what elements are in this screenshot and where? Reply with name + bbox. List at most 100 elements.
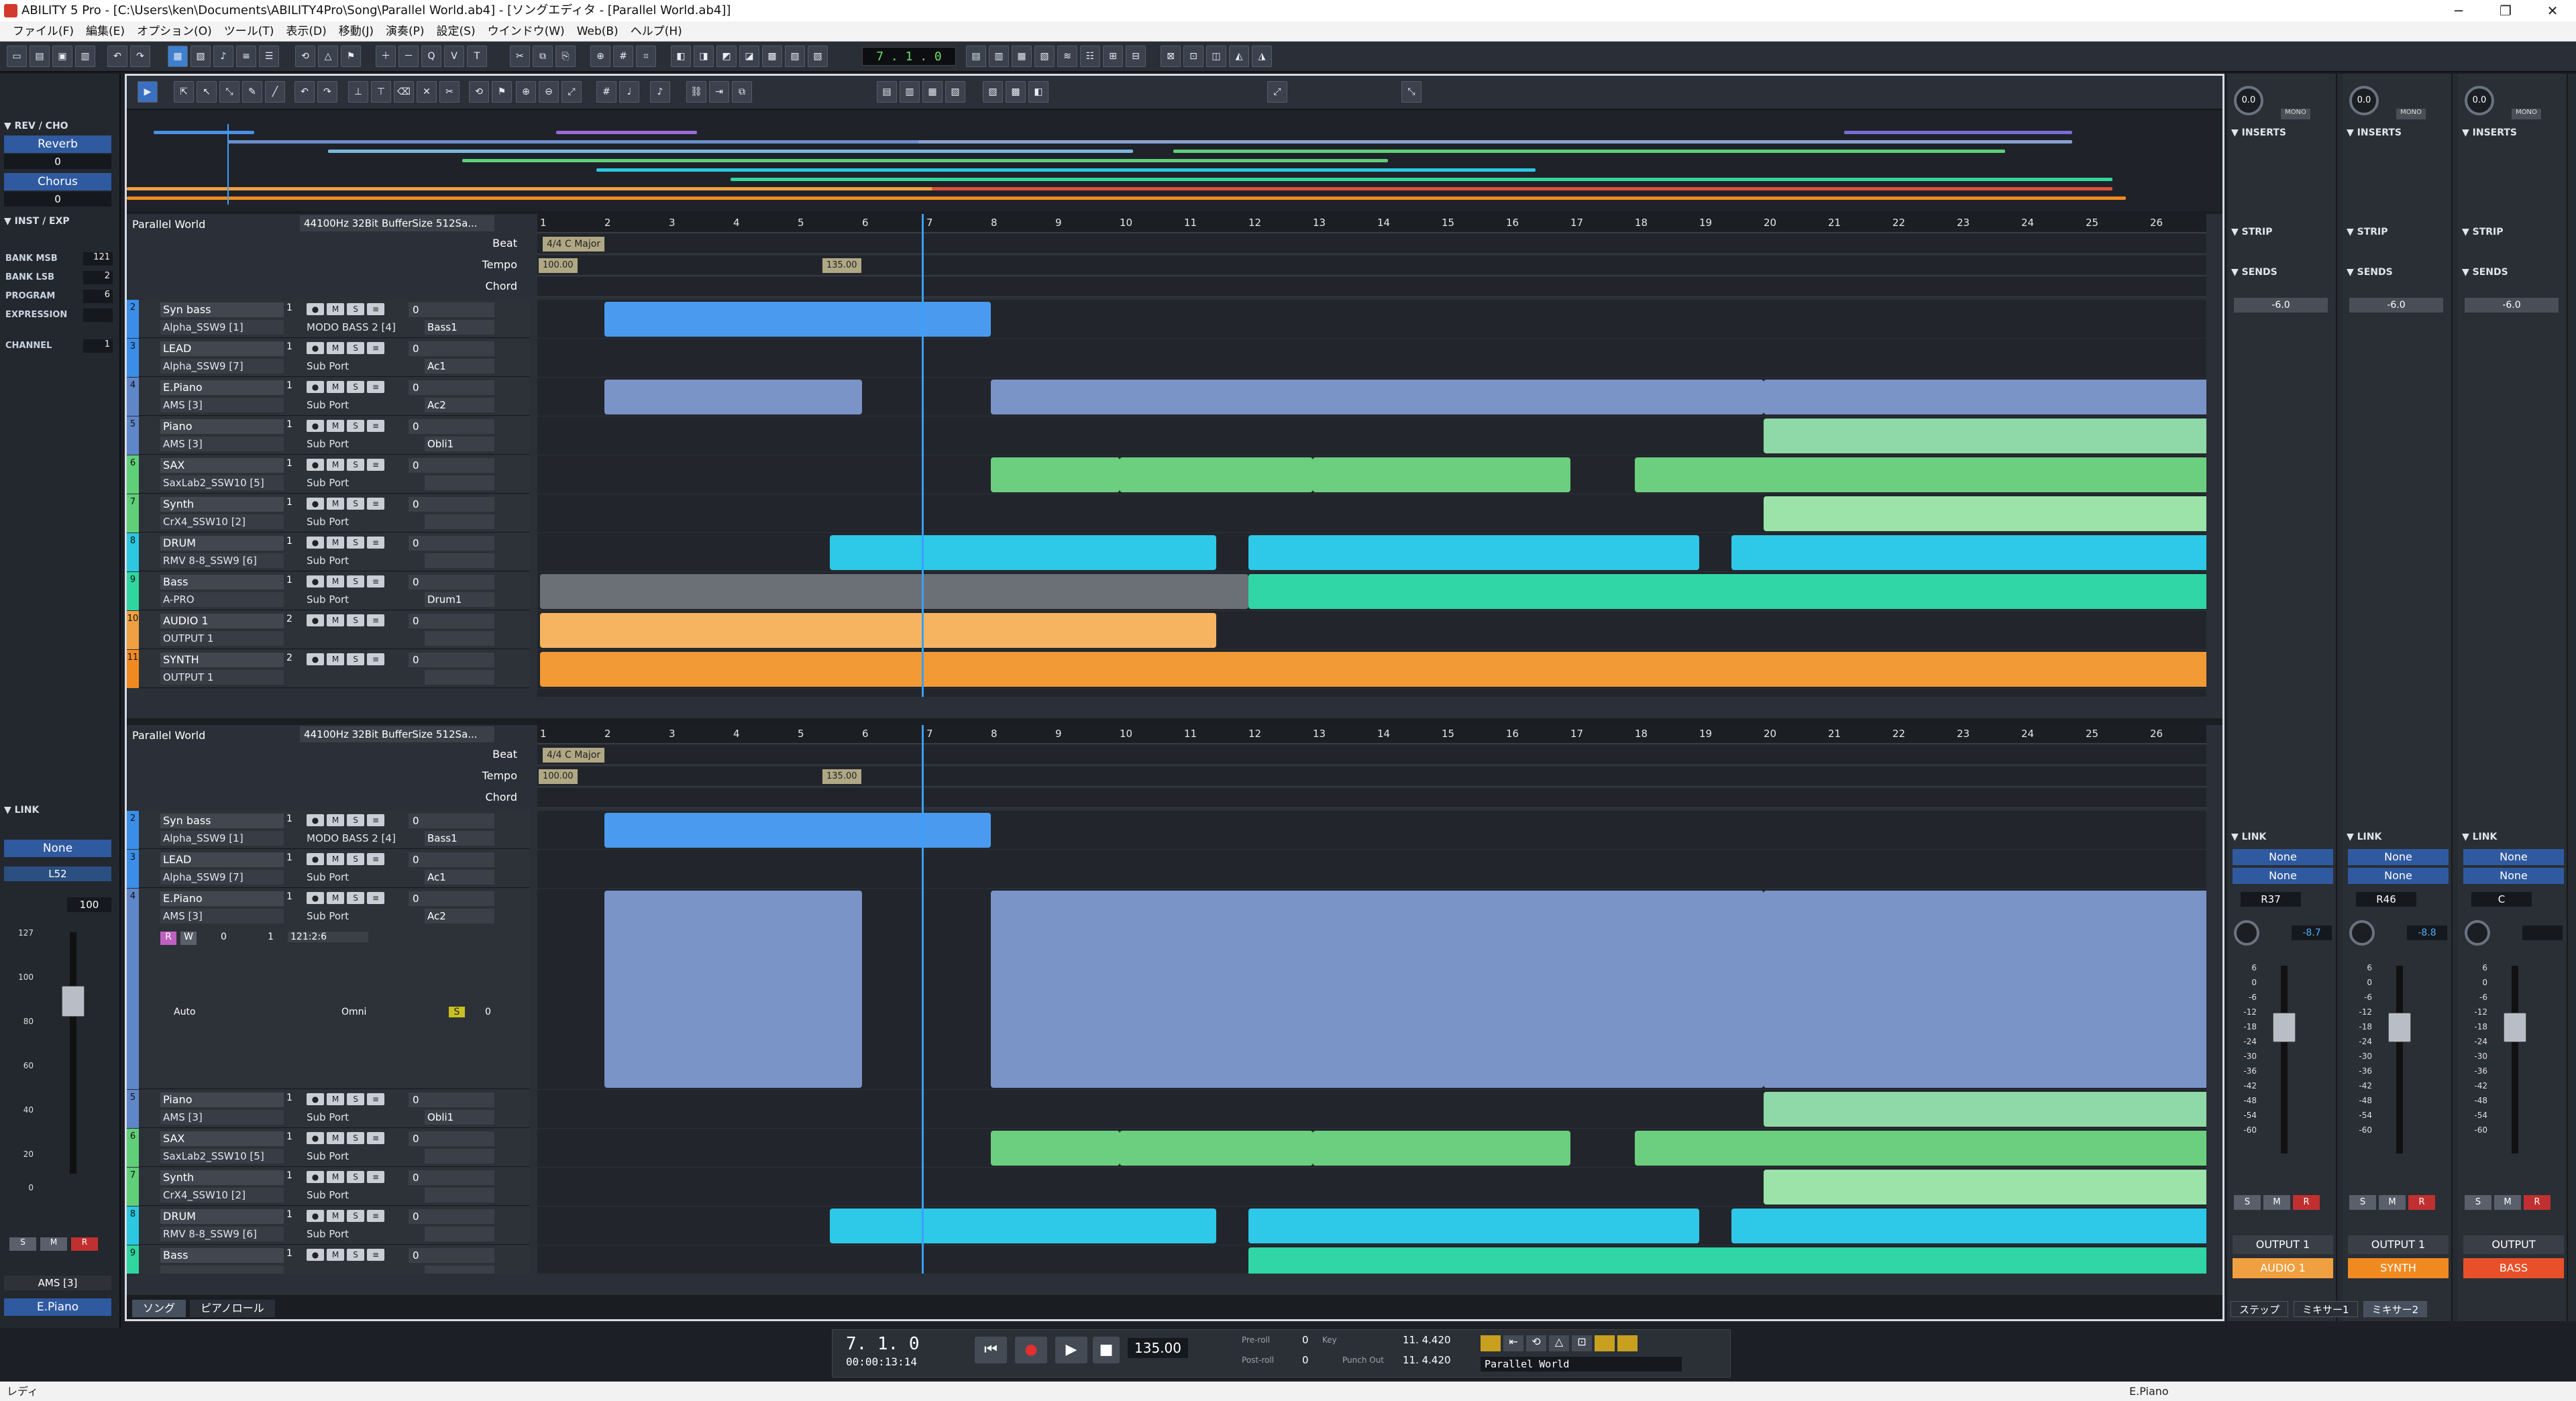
marker-tool-icon[interactable]: ⚑: [492, 81, 512, 103]
clip-sax[interactable]: [1313, 457, 1570, 492]
mono-button[interactable]: MONO: [2281, 109, 2310, 119]
record-arm-icon[interactable]: ●: [307, 1249, 324, 1261]
track-header[interactable]: 9 Bass 1 ● M S ≡ 0: [127, 1245, 529, 1274]
record-arm-icon[interactable]: ●: [307, 537, 324, 549]
solo-button[interactable]: S: [347, 814, 364, 826]
inserts-section[interactable]: ▼ INSERTS: [2347, 127, 2402, 138]
solo-button[interactable]: S: [347, 1210, 364, 1222]
tempo-lane[interactable]: 100.00 135.00: [537, 256, 2206, 276]
link-select-2[interactable]: None: [2463, 868, 2564, 884]
edit-c-icon[interactable]: ▦: [922, 81, 943, 103]
beat-lane-bottom[interactable]: 4/4 C Major: [537, 745, 2206, 765]
track-name[interactable]: Bass: [160, 575, 284, 590]
track-header[interactable]: 6 SAX 1 ● M S ≡ 0 SaxLab2_SSW10 [5] Sub Port: [127, 455, 529, 494]
clip-drum[interactable]: [1248, 535, 1699, 570]
track-volume[interactable]: 0: [409, 1131, 494, 1146]
solo-button[interactable]: S: [347, 653, 364, 665]
inserts-section[interactable]: ▼ INSERTS: [2231, 127, 2286, 138]
track-device[interactable]: CrX4_SSW10 [2]: [160, 1188, 284, 1202]
track-device[interactable]: [160, 1266, 284, 1274]
quantize-grid-icon[interactable]: ♩: [619, 81, 639, 103]
strip-section[interactable]: ▼ STRIP: [2231, 227, 2273, 237]
view-c-icon[interactable]: ▦: [1012, 46, 1032, 67]
edit-button[interactable]: ≡: [367, 381, 384, 393]
sf-value[interactable]: 0: [485, 1007, 491, 1017]
time-signature-bottom[interactable]: 4/4 C Major: [543, 748, 605, 763]
solo-button[interactable]: S: [347, 342, 364, 354]
track-name[interactable]: Synth: [160, 497, 284, 512]
mute-button[interactable]: M: [327, 303, 344, 315]
tempo-start[interactable]: 100.00: [539, 258, 578, 273]
track-device[interactable]: CrX4_SSW10 [2]: [160, 514, 284, 529]
menu-window[interactable]: ウインドウ(W): [482, 21, 571, 41]
menu-web[interactable]: Web(B): [571, 21, 625, 41]
mute-button[interactable]: M: [327, 498, 344, 510]
chorus-value[interactable]: 0: [4, 192, 111, 207]
track-name[interactable]: Piano: [160, 1092, 284, 1107]
clip-sax[interactable]: [991, 457, 1120, 492]
track-name-epiano[interactable]: E.Piano: [4, 1298, 111, 1316]
track-program[interactable]: Drum1: [425, 592, 494, 607]
track-program[interactable]: Obli1: [425, 1110, 494, 1125]
copy-icon[interactable]: ⧉: [533, 46, 553, 67]
pan-knob[interactable]: 0.0: [2349, 86, 2379, 115]
solo-button[interactable]: S: [347, 537, 364, 549]
track-delete-icon[interactable]: －: [398, 46, 419, 67]
strip-track-name[interactable]: SYNTH: [2348, 1258, 2449, 1278]
link-l52[interactable]: L52: [4, 866, 111, 881]
output-select[interactable]: OUTPUT 1: [2348, 1235, 2449, 1254]
clip-epiano[interactable]: [604, 380, 862, 414]
strip-track-name[interactable]: BASS: [2463, 1258, 2564, 1278]
mute-button[interactable]: M: [327, 653, 344, 665]
channel-value[interactable]: 1: [83, 339, 113, 353]
zoom-icon[interactable]: ⊕: [590, 46, 610, 67]
track-name[interactable]: Synth: [160, 1170, 284, 1185]
metronome-toggle-icon[interactable]: △: [1549, 1335, 1569, 1351]
time-signature[interactable]: 4/4 C Major: [543, 237, 605, 251]
clip-epiano[interactable]: [1764, 380, 2206, 414]
track-add-icon[interactable]: ＋: [376, 46, 396, 67]
punch-out-value[interactable]: 11. 4.420: [1403, 1354, 1451, 1366]
tempo-start-bottom[interactable]: 100.00: [539, 769, 578, 784]
clip-epiano-expanded[interactable]: [1764, 891, 2206, 1088]
track-volume[interactable]: 0: [409, 1209, 494, 1224]
clip-bass-muted[interactable]: [540, 574, 1248, 609]
mute-button[interactable]: M: [327, 575, 344, 587]
track-header[interactable]: 9 Bass 1 ● M S ≡ 0 A-PRO Sub Port Drum1: [127, 572, 529, 610]
punch-in-value[interactable]: 11. 4.420: [1403, 1334, 1451, 1346]
track-header[interactable]: 5 Piano 1 ● M S ≡ 0 AMS [3] Sub Port Obli1: [127, 416, 529, 455]
record-arm-icon[interactable]: ●: [307, 498, 324, 510]
clip-synth-audio[interactable]: [540, 652, 2206, 687]
track-device[interactable]: RMV 8-8_SSW9 [6]: [160, 553, 284, 568]
glue-icon[interactable]: ⊤: [371, 81, 391, 103]
tool-e-icon[interactable]: ▩: [762, 46, 782, 67]
track-port[interactable]: [307, 1266, 421, 1274]
offset-value[interactable]: 0: [221, 932, 227, 942]
mute-button[interactable]: M: [327, 814, 344, 826]
solo-button[interactable]: S: [347, 303, 364, 315]
view-e-icon[interactable]: ≋: [1057, 46, 1077, 67]
expression-value[interactable]: [83, 309, 113, 322]
track-volume[interactable]: 0: [409, 614, 494, 628]
sf-button[interactable]: S: [449, 1007, 465, 1017]
track-name[interactable]: E.Piano: [160, 380, 284, 395]
snap-icon[interactable]: ⌗: [636, 46, 656, 67]
link-select-1[interactable]: None: [2348, 849, 2449, 865]
paste-icon[interactable]: ⎘: [555, 46, 576, 67]
route-label[interactable]: R37: [2241, 892, 2301, 907]
record-arm-icon[interactable]: ●: [307, 1171, 324, 1183]
track-device[interactable]: Alpha_SSW9 [7]: [160, 359, 284, 374]
track-device[interactable]: AMS [3]: [160, 437, 284, 451]
edit-button[interactable]: ≡: [367, 1210, 384, 1222]
track-volume[interactable]: 0: [409, 341, 494, 356]
link-icon[interactable]: ⛓: [686, 81, 706, 103]
edit-button[interactable]: ≡: [367, 1249, 384, 1261]
tempo-change-bottom[interactable]: 135.00: [822, 769, 861, 784]
reverb-value[interactable]: 0: [4, 154, 111, 169]
count-in-icon[interactable]: ⊡: [1572, 1335, 1592, 1351]
sends-section[interactable]: ▼ SENDS: [2347, 267, 2393, 278]
mute-button[interactable]: M: [327, 614, 344, 626]
menu-move[interactable]: 移動(J): [333, 21, 380, 41]
solo-button[interactable]: S: [2349, 1195, 2376, 1210]
tempo-display[interactable]: 135.00: [1128, 1338, 1188, 1358]
